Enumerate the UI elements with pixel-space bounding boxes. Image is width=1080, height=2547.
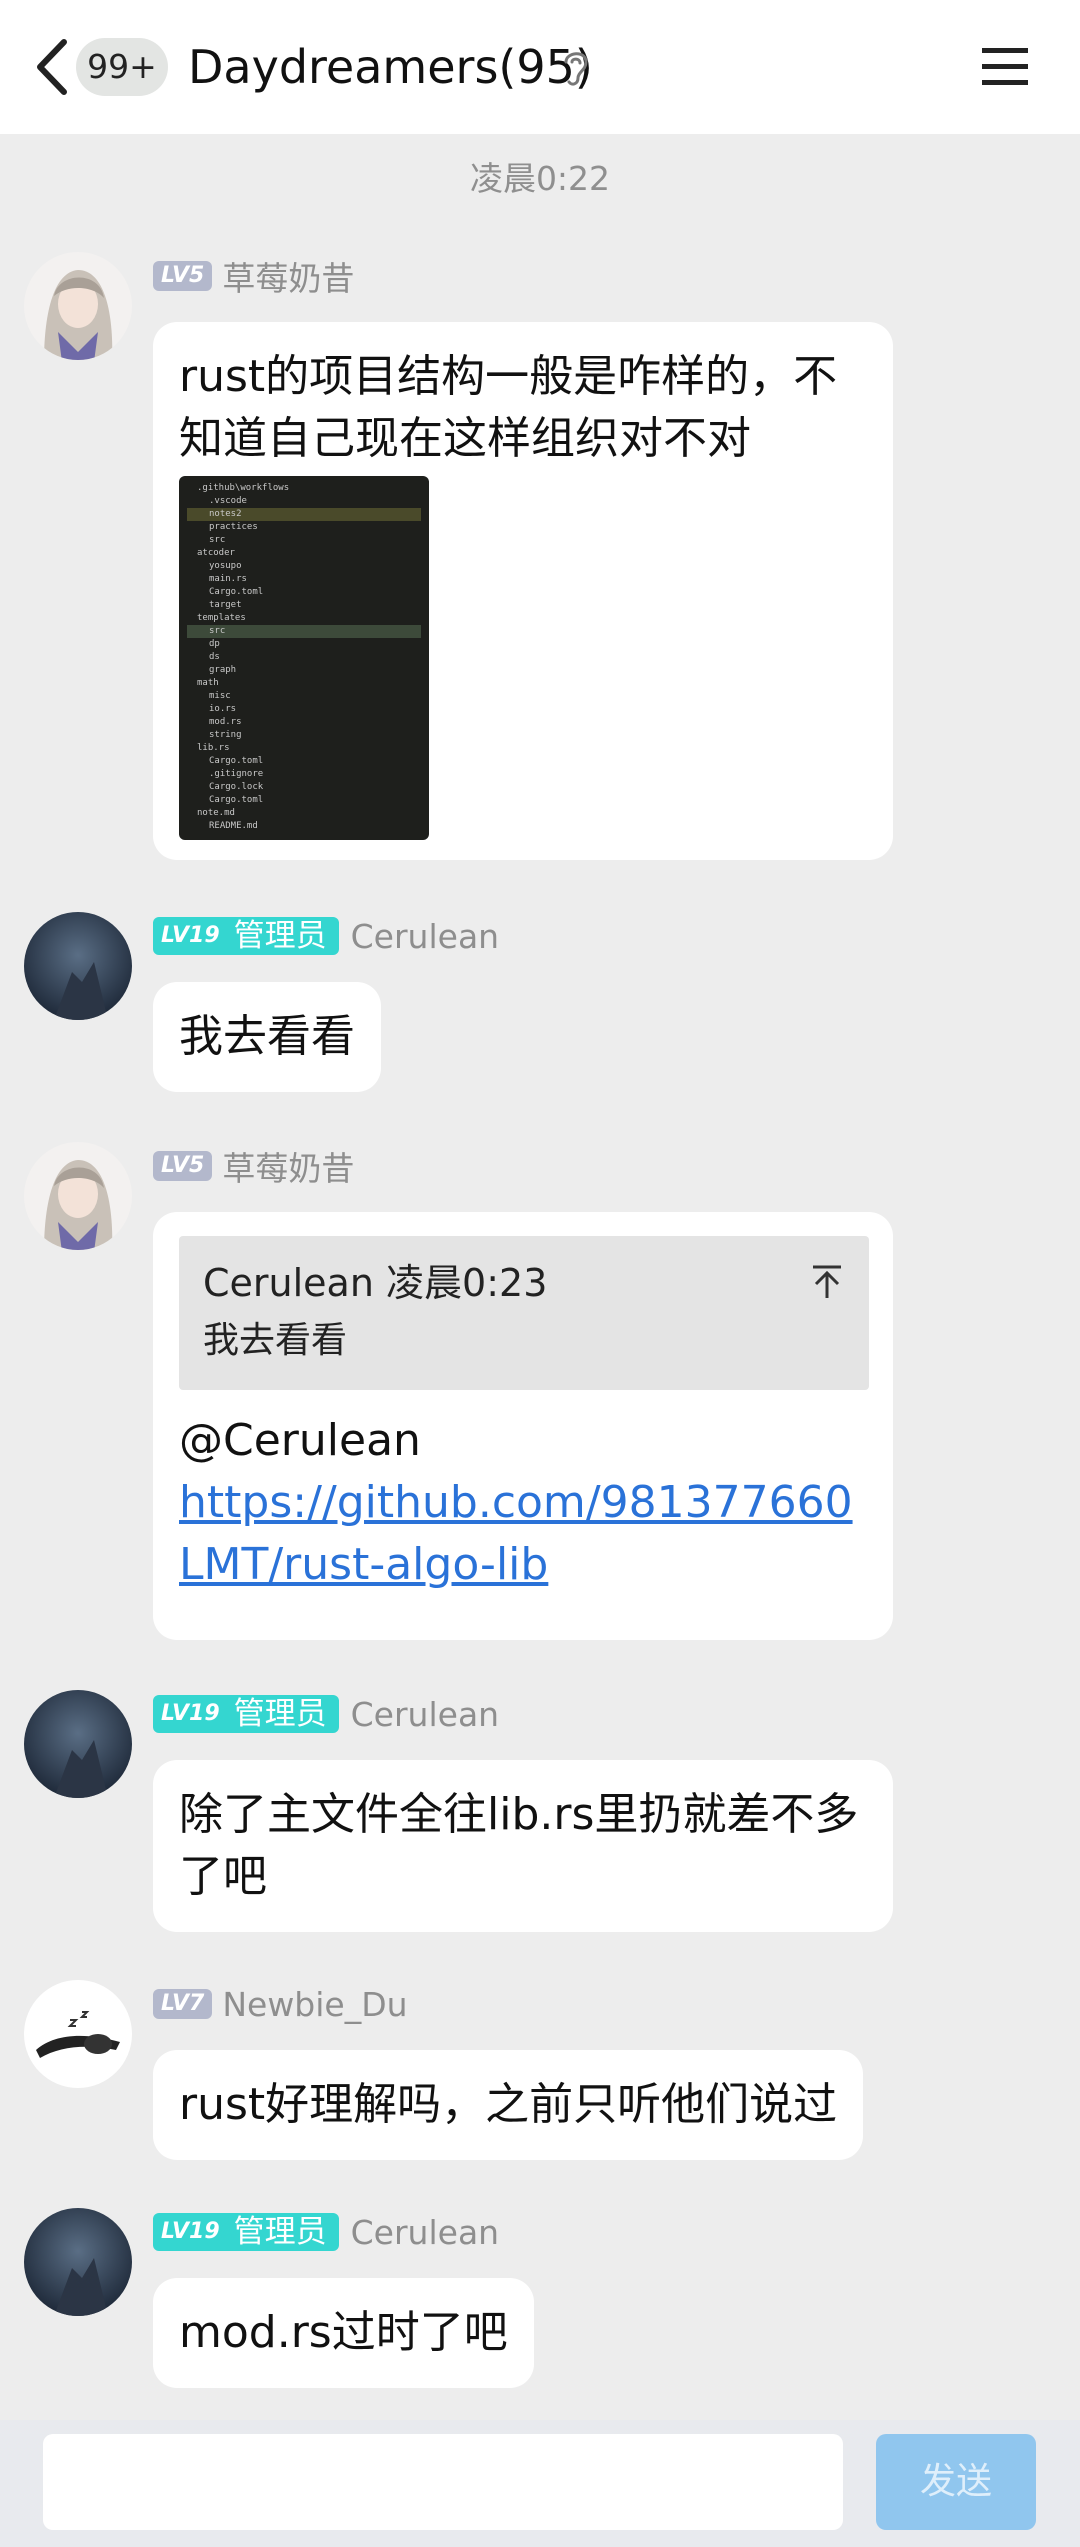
avatar[interactable] bbox=[24, 2208, 132, 2316]
menu-icon[interactable] bbox=[980, 42, 1030, 92]
group-title: Daydreamers(95) bbox=[188, 40, 593, 94]
file-tree-entry: ds bbox=[209, 652, 220, 662]
sender-name[interactable]: 草莓奶昔 bbox=[222, 1142, 354, 1190]
file-tree-entry: notes2 bbox=[187, 508, 421, 521]
message-bubble[interactable]: rust的项目结构一般是咋样的，不知道自己现在这样组织对不对 .github\w… bbox=[153, 322, 893, 860]
message-item: LV7 Newbie_Du rust好理解吗，之前只听他们说过 bbox=[0, 1980, 1080, 2160]
file-tree-entry: lib.rs bbox=[197, 743, 230, 753]
message-bubble[interactable]: mod.rs过时了吧 bbox=[153, 2278, 534, 2388]
sender-name[interactable]: Newbie_Du bbox=[222, 1985, 407, 2024]
level-badge: LV7 bbox=[153, 1989, 213, 2019]
avatar[interactable] bbox=[24, 1142, 132, 1250]
file-tree-entry: note.md bbox=[197, 808, 235, 818]
admin-badge: LV19 管理员 bbox=[153, 917, 351, 955]
avatar[interactable] bbox=[24, 912, 132, 1020]
mention[interactable]: @Cerulean bbox=[179, 1410, 867, 1472]
jump-to-top-icon[interactable] bbox=[811, 1264, 843, 1300]
sender-name[interactable]: Cerulean bbox=[351, 1695, 499, 1734]
message-item: LV19 管理员 Cerulean 除了主文件全往lib.rs里扔就差不多了吧 bbox=[0, 1690, 1080, 1940]
role-label: 管理员 bbox=[227, 917, 339, 955]
file-tree-entry: Cargo.toml bbox=[209, 587, 264, 597]
sender-name[interactable]: Cerulean bbox=[351, 2213, 499, 2252]
file-tree-entry: main.rs bbox=[209, 574, 247, 584]
file-tree-entry: graph bbox=[209, 665, 237, 675]
quote-header: Cerulean 凌晨0:23 bbox=[203, 1254, 845, 1312]
quote-time: 凌晨0:23 bbox=[386, 1261, 548, 1305]
top-bar: 99+ Daydreamers(95) bbox=[0, 0, 1080, 134]
file-tree-entry: io.rs bbox=[209, 704, 237, 714]
file-tree-entry: math bbox=[197, 678, 219, 688]
file-tree-entry: Cargo.toml bbox=[209, 756, 264, 766]
file-tree: .github\workflows .vscode notes2 practices s… bbox=[187, 482, 421, 833]
sender-name[interactable]: 草莓奶昔 bbox=[222, 252, 354, 300]
message-bubble[interactable]: rust好理解吗，之前只听他们说过 bbox=[153, 2050, 864, 2160]
sender-meta: LV5 草莓奶昔 bbox=[153, 256, 354, 298]
file-tree-entry: .vscode bbox=[209, 496, 247, 506]
level-badge: LV5 bbox=[153, 261, 213, 291]
file-tree-entry: src bbox=[209, 535, 226, 545]
sender-name[interactable]: Cerulean bbox=[351, 917, 499, 956]
reply-quote[interactable]: Cerulean 凌晨0:23 我去看看 bbox=[179, 1236, 869, 1390]
role-label: 管理员 bbox=[227, 1695, 339, 1733]
level-badge: LV5 bbox=[153, 1151, 213, 1181]
admin-badge: LV19 管理员 bbox=[153, 1695, 351, 1733]
file-tree-entry: .gitignore bbox=[209, 769, 264, 779]
level-badge: LV19 bbox=[153, 1695, 228, 1733]
message-bubble[interactable]: 除了主文件全往lib.rs里扔就差不多了吧 bbox=[153, 1760, 893, 1932]
file-tree-entry: src bbox=[187, 625, 421, 638]
back-arrow-icon[interactable] bbox=[30, 36, 74, 98]
file-tree-entry: dp bbox=[209, 639, 220, 649]
quote-text: 我去看看 bbox=[203, 1320, 348, 1361]
level-badge: LV19 bbox=[153, 917, 228, 955]
file-tree-entry: target bbox=[209, 600, 242, 610]
message-item: LV19 管理员 Cerulean mod.rs过时了吧 bbox=[0, 2208, 1080, 2388]
file-tree-entry: mod.rs bbox=[209, 717, 242, 727]
send-button[interactable]: 发送 bbox=[876, 2434, 1036, 2530]
message-input[interactable] bbox=[43, 2434, 843, 2530]
message-item: LV19 管理员 Cerulean 我去看看 bbox=[0, 912, 1080, 1092]
sender-meta: LV5 草莓奶昔 bbox=[153, 1146, 354, 1188]
file-tree-entry: Cargo.toml bbox=[209, 795, 264, 805]
avatar[interactable] bbox=[24, 1690, 132, 1798]
avatar[interactable] bbox=[24, 252, 132, 360]
repo-link[interactable]: https://github.com/981377660LMT/rust-alg… bbox=[179, 1472, 867, 1596]
file-tree-entry: practices bbox=[209, 522, 258, 532]
file-tree-entry: templates bbox=[197, 613, 246, 623]
admin-badge: LV19 管理员 bbox=[153, 2213, 351, 2251]
message-bubble[interactable]: 我去看看 bbox=[153, 982, 381, 1092]
message-item: LV5 草莓奶昔 Cerulean 凌晨0:23 我去看看 @Cerulean … bbox=[0, 1142, 1080, 1642]
sender-meta: LV7 Newbie_Du bbox=[153, 1984, 408, 2024]
file-tree-entry: atcoder bbox=[197, 548, 235, 558]
sender-meta: LV19 管理员 Cerulean bbox=[153, 1694, 499, 1734]
unread-count-badge[interactable]: 99+ bbox=[76, 38, 168, 96]
file-tree-entry: misc bbox=[209, 691, 231, 701]
input-bar: 发送 bbox=[0, 2420, 1080, 2547]
ear-icon[interactable] bbox=[560, 46, 592, 88]
sender-meta: LV19 管理员 Cerulean bbox=[153, 2212, 499, 2252]
quote-author: Cerulean bbox=[203, 1261, 374, 1305]
message-text: rust的项目结构一般是咋样的，不知道自己现在这样组织对不对 bbox=[179, 351, 838, 464]
message-bubble[interactable]: Cerulean 凌晨0:23 我去看看 @Cerulean https://g… bbox=[153, 1212, 893, 1640]
file-tree-entry: string bbox=[209, 730, 242, 740]
time-separator: 凌晨0:22 bbox=[469, 159, 611, 198]
message-item: LV5 草莓奶昔 rust的项目结构一般是咋样的，不知道自己现在这样组织对不对 … bbox=[0, 252, 1080, 872]
file-tree-entry: Cargo.lock bbox=[209, 782, 264, 792]
file-tree-entry: README.md bbox=[209, 821, 258, 831]
role-label: 管理员 bbox=[227, 2213, 339, 2251]
screenshot-thumbnail[interactable]: .github\workflows .vscode notes2 practices s… bbox=[179, 476, 429, 840]
file-tree-entry: .github\workflows bbox=[197, 483, 290, 493]
avatar[interactable] bbox=[24, 1980, 132, 2088]
sender-meta: LV19 管理员 Cerulean bbox=[153, 916, 499, 956]
level-badge: LV19 bbox=[153, 2213, 228, 2251]
file-tree-entry: yosupo bbox=[209, 561, 242, 571]
